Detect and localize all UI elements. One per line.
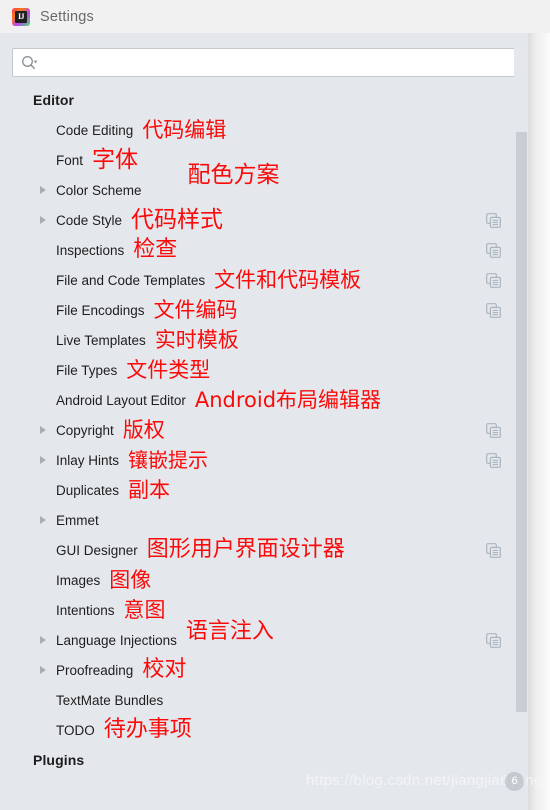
intellij-idea-icon: IJ — [12, 7, 30, 26]
tree-item[interactable]: Code Editing 代码编辑 — [0, 115, 528, 145]
tree-item[interactable]: GUI Designer 图形用户界面设计器 — [0, 535, 528, 565]
tree-item[interactable]: Live Templates 实时模板 — [0, 325, 528, 355]
tree-item[interactable]: File Types 文件类型 — [0, 355, 528, 385]
tree-group-label: Plugins — [33, 752, 85, 768]
copy-settings-icon[interactable] — [486, 633, 501, 648]
tree-item-label: Duplicates — [56, 482, 120, 498]
tree-item[interactable]: File and Code Templates 文件和代码模板 — [0, 265, 528, 295]
tree-group-footer_groups[interactable]: Plugins — [0, 745, 528, 775]
tree-item[interactable]: Images 图像 — [0, 565, 528, 595]
chevron-right-icon[interactable] — [40, 456, 46, 464]
tree-item-label: Code Editing — [56, 122, 134, 138]
chevron-right-icon[interactable] — [40, 516, 46, 524]
tree-item-label: File Encodings — [56, 302, 145, 318]
tree-group-label: Editor — [33, 92, 75, 108]
chinese-annotation: 文件和代码模板 — [214, 267, 362, 292]
tree-item-label: File Types — [56, 362, 118, 378]
tree-group-groups[interactable]: Editor — [0, 85, 528, 115]
search-box[interactable] — [12, 48, 516, 77]
tree-item-label: Language Injections — [56, 632, 177, 648]
chinese-annotation: 待办事项 — [103, 717, 192, 742]
chinese-annotation: 镶嵌提示 — [128, 448, 209, 472]
right-gutter — [528, 33, 550, 810]
chinese-annotation: 文件类型 — [126, 357, 211, 382]
tree-item-label: Color Scheme — [56, 182, 142, 198]
chinese-annotation: 意图 — [123, 597, 166, 622]
tree-item[interactable]: Proofreading 校对 — [0, 655, 528, 685]
search-input[interactable] — [38, 52, 515, 73]
chinese-annotation: 代码编辑 — [142, 117, 227, 142]
tree-item[interactable]: Language Injections 语言注入 — [0, 621, 528, 655]
tree-item[interactable]: TextMate Bundles — [0, 685, 528, 715]
copy-settings-icon[interactable] — [486, 453, 501, 468]
chinese-annotation: 检查 — [133, 237, 178, 262]
app-icon-label: IJ — [17, 11, 25, 21]
tree-item[interactable]: Duplicates 副本 — [0, 475, 528, 505]
chinese-annotation: Android布局编辑器 — [194, 387, 382, 412]
tree-item[interactable]: Emmet — [0, 505, 528, 535]
chevron-right-icon[interactable] — [40, 216, 46, 224]
chinese-annotation: 图形用户界面设计器 — [146, 537, 345, 562]
settings-tree: Editor Code Editing 代码编辑 Font 字体 Color Scheme… — [0, 85, 528, 775]
title-bar: IJ Settings — [0, 0, 550, 33]
search-icon[interactable] — [21, 55, 38, 71]
copy-settings-icon[interactable] — [486, 273, 501, 288]
tree-item[interactable]: Inlay Hints 镶嵌提示 — [0, 445, 528, 475]
copy-settings-icon[interactable] — [486, 423, 501, 438]
tree-item-label: TODO — [56, 722, 95, 738]
tree-item-label: Proofreading — [56, 662, 134, 678]
chevron-right-icon[interactable] — [40, 666, 46, 674]
chinese-annotation: 校对 — [142, 657, 187, 682]
chinese-annotation: 代码样式 — [131, 206, 224, 233]
chinese-annotation: 版权 — [122, 417, 165, 442]
tree-item[interactable]: Inspections 检查 — [0, 235, 528, 265]
tree-item[interactable]: Copyright 版权 — [0, 415, 528, 445]
chinese-annotation: 语言注入 — [185, 619, 274, 644]
tree-item[interactable]: Android Layout Editor Android布局编辑器 — [0, 385, 528, 415]
scrollbar-thumb[interactable] — [516, 132, 527, 712]
tree-item-label: Android Layout Editor — [56, 392, 186, 408]
settings-content-panel: Editor Code Editing 代码编辑 Font 字体 Color Scheme… — [0, 33, 528, 810]
copy-settings-icon[interactable] — [486, 213, 501, 228]
tree-item-label: Font — [56, 152, 84, 168]
watermark-badge: 6 — [505, 772, 524, 791]
copy-settings-icon[interactable] — [486, 543, 501, 558]
chinese-annotation: 字体 — [92, 146, 139, 173]
tree-item-label: Live Templates — [56, 332, 146, 348]
tree-item-label: Code Style — [56, 212, 123, 228]
copy-settings-icon[interactable] — [486, 303, 501, 318]
chevron-right-icon[interactable] — [40, 426, 46, 434]
chevron-right-icon[interactable] — [40, 186, 46, 194]
window-title: Settings — [40, 8, 94, 25]
chevron-right-icon[interactable] — [40, 636, 46, 644]
settings-dialog: IJ Settings Editor Code Editing 代码编辑 Font 字体… — [0, 0, 550, 810]
tree-item-label: TextMate Bundles — [56, 692, 164, 708]
tree-item-label: Intentions — [56, 602, 115, 618]
tree-item-label: Inspections — [56, 242, 125, 258]
tree-item-label: File and Code Templates — [56, 272, 206, 288]
chinese-annotation: 图像 — [109, 567, 152, 592]
copy-settings-icon[interactable] — [486, 243, 501, 258]
chinese-annotation: 文件编码 — [153, 297, 238, 322]
tree-item[interactable]: Color Scheme 配色方案 — [0, 163, 528, 205]
tree-item-label: GUI Designer — [56, 542, 138, 558]
tree-item[interactable]: File Encodings 文件编码 — [0, 295, 528, 325]
chinese-annotation: 实时模板 — [154, 327, 239, 352]
chinese-annotation: 配色方案 — [187, 161, 280, 188]
tree-item-label: Images — [56, 572, 101, 588]
chinese-annotation: 副本 — [128, 477, 171, 502]
tree-item[interactable]: TODO 待办事项 — [0, 715, 528, 745]
tree-item-label: Copyright — [56, 422, 114, 438]
tree-item-label: Inlay Hints — [56, 452, 120, 468]
tree-item-label: Emmet — [56, 512, 99, 528]
tree-item[interactable]: Code Style 代码样式 — [0, 205, 528, 235]
